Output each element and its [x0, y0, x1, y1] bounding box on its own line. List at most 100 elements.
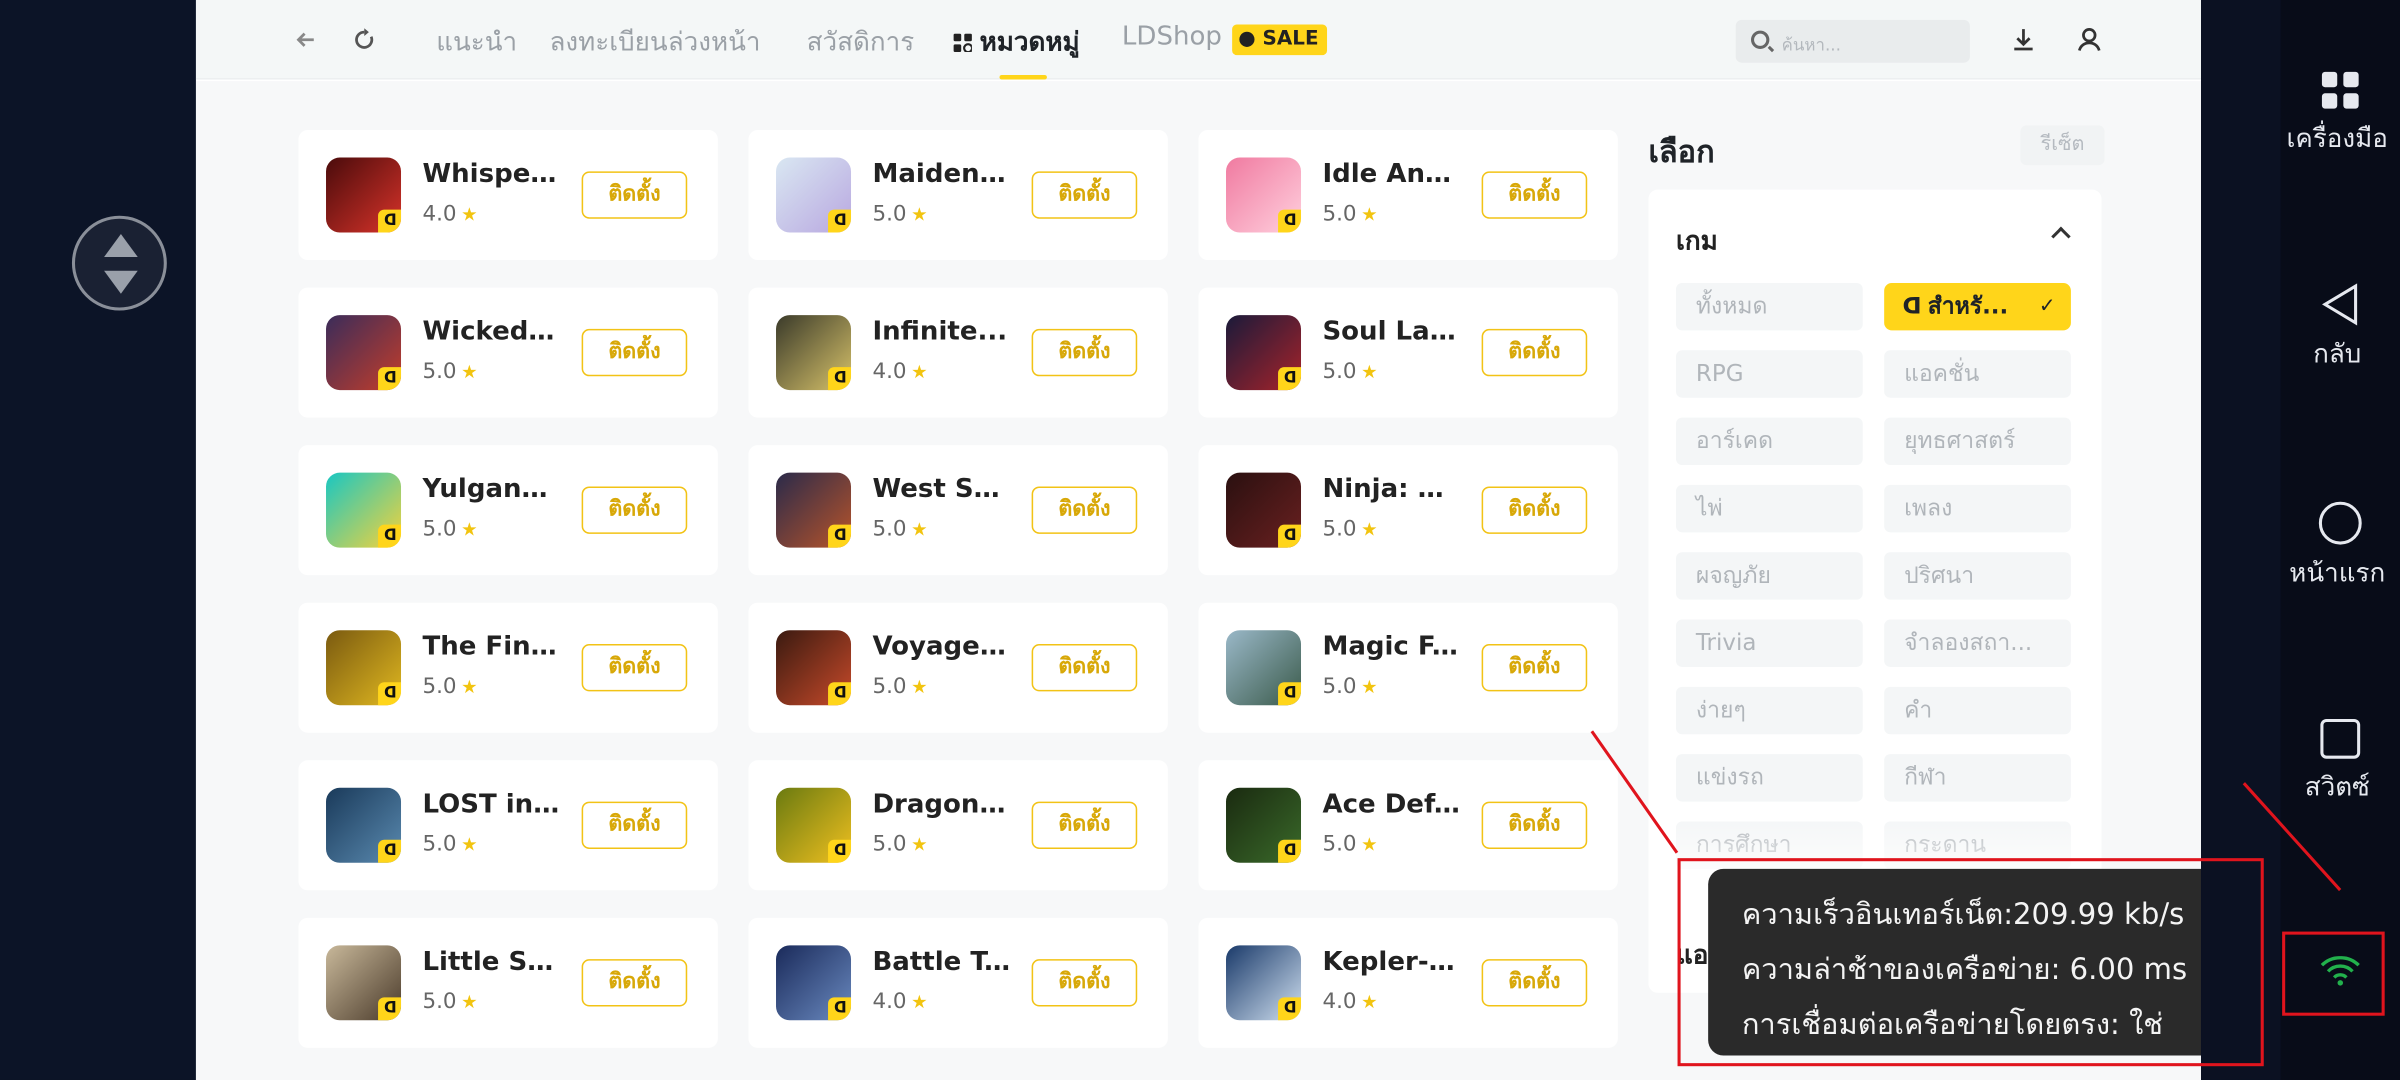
game-name[interactable]: Magic F...	[1322, 632, 1460, 663]
install-button[interactable]: ติดตั้ง	[1481, 644, 1588, 692]
game-card[interactable]: ᗡ Soul Lan... 5.0★ ติดตั้ง	[1198, 287, 1618, 418]
install-button[interactable]: ติดตั้ง	[581, 801, 688, 849]
install-button[interactable]: ติดตั้ง	[1031, 801, 1138, 849]
install-button[interactable]: ติดตั้ง	[581, 328, 688, 377]
game-icon[interactable]: ᗡ	[776, 472, 852, 548]
game-name[interactable]: Maidens...	[872, 159, 1010, 190]
install-button[interactable]: ติดตั้ง	[1031, 171, 1138, 219]
game-icon[interactable]: ᗡ	[1226, 472, 1302, 548]
game-name[interactable]: The Fina...	[422, 632, 560, 663]
install-button[interactable]: ติดตั้ง	[581, 959, 688, 1007]
game-icon[interactable]: ᗡ	[326, 472, 402, 548]
tab-benefits[interactable]: สวัสดิการ	[807, 21, 915, 62]
sidebar-item-switch[interactable]: สวิตซ์	[2281, 717, 2400, 807]
game-card[interactable]: ᗡ Little Sh... 5.0 ★ ติดตั้ง	[298, 917, 718, 1048]
category-chip[interactable]: กีฬา	[1884, 754, 2071, 802]
tab-preregister[interactable]: ลงทะเบียนล่วงหน้า	[549, 21, 760, 62]
download-icon[interactable]	[2007, 23, 2041, 57]
sidebar-item-home[interactable]: หน้าแรก	[2281, 500, 2400, 593]
back-arrow-icon[interactable]	[291, 24, 322, 55]
collapse-chevron-icon[interactable]	[2051, 226, 2071, 247]
game-icon[interactable]: ᗡ	[326, 945, 402, 1021]
install-button[interactable]: ติดตั้ง	[1481, 801, 1588, 849]
category-chip[interactable]: เพลง	[1884, 484, 2071, 533]
category-chip[interactable]: ทั้งหมด	[1676, 282, 1863, 331]
install-button[interactable]: ติดตั้ง	[1481, 328, 1588, 377]
game-card[interactable]: ᗡ Wicked ... 5.0 ★ ติดตั้ง	[298, 287, 718, 418]
category-chip[interactable]: อาร์เคด	[1676, 417, 1863, 466]
game-icon[interactable]: ᗡ	[776, 945, 852, 1021]
install-button[interactable]: ติดตั้ง	[581, 644, 688, 692]
install-button[interactable]: ติดตั้ง	[1031, 959, 1138, 1007]
sale-badge[interactable]: ● SALE	[1232, 24, 1328, 56]
category-chip-selected[interactable]: ᗡ สำหรั... ✓	[1884, 282, 2071, 331]
refresh-icon[interactable]	[349, 24, 380, 55]
game-icon[interactable]: ᗡ	[1226, 157, 1302, 233]
game-name[interactable]: Whisper...	[422, 159, 560, 190]
search-input[interactable]: ค้นหา...	[1735, 19, 1970, 63]
install-button[interactable]: ติดตั้ง	[1031, 328, 1138, 377]
game-name[interactable]: Idle Ang...	[1322, 159, 1460, 190]
game-name[interactable]: Dragon ...	[872, 789, 1010, 820]
category-chip[interactable]: Trivia	[1676, 619, 1863, 667]
game-name[interactable]: Wicked ...	[422, 317, 560, 348]
game-card[interactable]: ᗡ Battle T... 4.0 ★ ติดตั้ง	[748, 917, 1168, 1048]
game-card[interactable]: ᗡ Idle Ang... 5.0 ★ ติดตั้ง	[1198, 130, 1618, 261]
game-icon[interactable]: ᗡ	[1226, 630, 1302, 706]
game-name[interactable]: Ninja: S...	[1322, 474, 1460, 505]
game-card[interactable]: ᗡ Kepler-2... 4.0★ ติดตั้ง	[1198, 917, 1618, 1048]
game-icon[interactable]: ᗡ	[776, 787, 852, 863]
game-card[interactable]: ᗡ Yulgang... 5.0 ★ ติดตั้ง	[298, 445, 718, 576]
install-button[interactable]: ติดตั้ง	[1481, 959, 1588, 1007]
category-chip[interactable]: คำ	[1884, 686, 2071, 735]
category-chip[interactable]: แอคชั่น	[1884, 350, 2071, 398]
game-card[interactable]: ᗡ Ace Def... 5.0 ★ ติดตั้ง	[1198, 760, 1618, 891]
sidebar-item-back[interactable]: กลับ	[2281, 281, 2400, 374]
game-card[interactable]: ᗡ Infinite... 4.0 ★ ติดตั้ง	[748, 287, 1168, 418]
tab-categories[interactable]: หมวดหมู่	[953, 21, 1080, 62]
game-icon[interactable]: ᗡ	[1226, 787, 1302, 863]
install-button[interactable]: ติดตั้ง	[1481, 486, 1588, 534]
game-icon[interactable]: ᗡ	[776, 630, 852, 706]
game-name[interactable]: Yulgang...	[422, 474, 560, 505]
game-name[interactable]: LOST in ...	[422, 789, 560, 820]
category-chip[interactable]: ไพ่	[1676, 484, 1863, 533]
category-chip[interactable]: ปริศนา	[1884, 552, 2071, 600]
game-name[interactable]: Little Sh...	[422, 947, 560, 978]
tab-recommend[interactable]: แนะนำ	[436, 21, 517, 62]
category-chip[interactable]: ผจญภัย	[1676, 552, 1863, 600]
game-icon[interactable]: ᗡ	[1226, 315, 1302, 391]
game-name[interactable]: Ace Def...	[1322, 789, 1460, 820]
install-button[interactable]: ติดตั้ง	[581, 171, 688, 219]
game-icon[interactable]: ᗡ	[326, 157, 402, 233]
game-name[interactable]: Battle T...	[872, 947, 1010, 978]
install-button[interactable]: ติดตั้ง	[1031, 644, 1138, 692]
game-icon[interactable]: ᗡ	[326, 787, 402, 863]
category-chip[interactable]: RPG	[1676, 350, 1863, 398]
tab-ldshop[interactable]: LDShop	[1122, 21, 1222, 52]
category-chip[interactable]: ง่ายๆ	[1676, 686, 1863, 735]
game-card[interactable]: ᗡ Whisper... 4.0 ★ ติดตั้ง	[298, 130, 718, 261]
game-name[interactable]: Voyage ...	[872, 632, 1010, 663]
install-button[interactable]: ติดตั้ง	[1031, 486, 1138, 534]
game-card[interactable]: ᗡ Voyage ... 5.0 ★ ติดตั้ง	[748, 602, 1168, 733]
game-card[interactable]: ᗡ The Fina... 5.0★ ติดตั้ง	[298, 602, 718, 733]
game-card[interactable]: ᗡ West Su... 5.0 ★ ติดตั้ง	[748, 445, 1168, 576]
game-icon[interactable]: ᗡ	[776, 315, 852, 391]
game-name[interactable]: West Su...	[872, 474, 1010, 505]
game-card[interactable]: ᗡ Maidens... 5.0 ★ ติดตั้ง	[748, 130, 1168, 261]
reset-button[interactable]: รีเซ็ต	[2020, 125, 2105, 166]
game-icon[interactable]: ᗡ	[776, 157, 852, 233]
sidebar-item-tools[interactable]: เครื่องมือ	[2281, 69, 2400, 159]
game-icon[interactable]: ᗡ	[326, 315, 402, 391]
game-card[interactable]: ᗡ Ninja: S... 5.0 ★ ติดตั้ง	[1198, 445, 1618, 576]
user-profile-icon[interactable]	[2072, 23, 2106, 57]
game-name[interactable]: Kepler-2...	[1322, 947, 1460, 978]
install-button[interactable]: ติดตั้ง	[1481, 171, 1588, 219]
game-name[interactable]: Soul Lan...	[1322, 317, 1460, 348]
game-card[interactable]: ᗡ LOST in ... 5.0 ★ ติดตั้ง	[298, 760, 718, 891]
category-chip[interactable]: ยุทธศาสตร์	[1884, 417, 2071, 466]
category-chip[interactable]: จำลองสถา...	[1884, 619, 2071, 667]
game-card[interactable]: ᗡ Magic F... 5.0 ★ ติดตั้ง	[1198, 602, 1618, 733]
game-icon[interactable]: ᗡ	[326, 630, 402, 706]
